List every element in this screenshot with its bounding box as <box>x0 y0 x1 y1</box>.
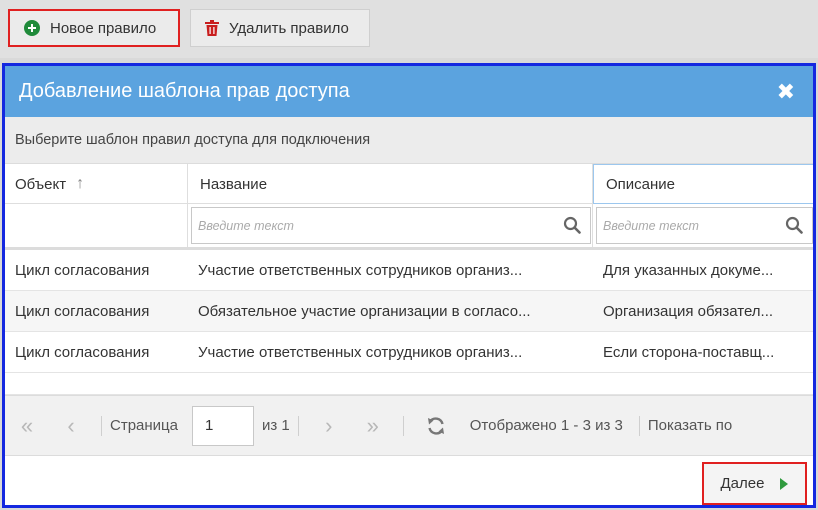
next-button-label: Далее <box>720 475 765 492</box>
column-header-description[interactable]: Описание <box>593 164 813 204</box>
search-icon[interactable] <box>563 216 581 234</box>
close-icon[interactable]: ✖ <box>777 80 795 103</box>
add-template-dialog: Добавление шаблона прав доступа ✖ Выбери… <box>2 63 816 508</box>
column-header-description-label: Описание <box>606 175 676 193</box>
table-row[interactable]: Цикл согласования Обязательное участие о… <box>5 291 813 332</box>
page-number-input[interactable] <box>191 405 254 446</box>
cell-name: Обязательное участие организации в согла… <box>198 302 531 320</box>
filter-cell-object <box>5 204 188 247</box>
description-filter-input[interactable] <box>596 207 813 244</box>
table-row[interactable]: Цикл согласования Участие ответственных … <box>5 332 813 373</box>
main-toolbar: Новое правило Удалить правило <box>0 0 818 58</box>
first-page-icon[interactable]: « <box>5 413 49 439</box>
column-header-object-label: Объект <box>15 175 67 193</box>
pagination-bar: « ‹ Страница из 1 › » Отображено 1 - 3 и… <box>5 395 813 455</box>
filter-cell-name <box>188 204 593 247</box>
dialog-subtitle: Выберите шаблон правил доступа для подкл… <box>5 117 813 164</box>
sort-ascending-icon: ↑ <box>76 175 85 192</box>
filter-cell-description <box>593 204 813 247</box>
next-page-icon[interactable]: › <box>307 413 351 439</box>
cell-description: Если сторона-поставщ... <box>603 343 775 361</box>
templates-grid: Объект ↑ Название Описание Введите текст… <box>5 164 813 427</box>
pager-divider <box>101 415 102 436</box>
dialog-title: Добавление шаблона прав доступа <box>19 80 350 102</box>
new-rule-label: Новое правило <box>50 19 157 37</box>
last-page-icon[interactable]: » <box>351 413 395 439</box>
dialog-header: Добавление шаблона прав доступа ✖ <box>5 66 813 117</box>
prev-page-icon[interactable]: ‹ <box>49 413 93 439</box>
cell-name: Участие ответственных сотрудников органи… <box>198 343 523 361</box>
table-row[interactable]: Цикл согласования Участие ответственных … <box>5 250 813 291</box>
page-count-label: из 1 <box>261 417 290 434</box>
dialog-footer: Далее <box>5 455 813 505</box>
grid-empty-area <box>5 373 813 395</box>
pager-divider <box>638 415 640 436</box>
search-icon[interactable] <box>785 216 803 234</box>
grid-header: Объект ↑ Название Описание <box>5 164 813 204</box>
name-filter-input[interactable] <box>191 207 591 244</box>
page-size-label: Показать по <box>647 417 733 434</box>
cell-object: Цикл согласования <box>15 261 150 279</box>
delete-rule-button[interactable]: Удалить правило <box>190 9 370 47</box>
new-rule-button[interactable]: Новое правило <box>8 9 180 47</box>
cell-object: Цикл согласования <box>15 302 150 320</box>
cell-description: Для указанных докуме... <box>603 261 774 279</box>
add-circle-icon <box>24 20 40 36</box>
trash-icon <box>205 20 219 36</box>
refresh-icon[interactable] <box>426 416 446 436</box>
page-label: Страница <box>110 417 178 434</box>
pager-divider <box>402 415 404 436</box>
delete-rule-label: Удалить правило <box>229 19 349 37</box>
records-displayed-label: Отображено 1 - 3 из 3 <box>469 417 623 434</box>
cell-description: Организация обязател... <box>603 302 774 320</box>
play-arrow-icon <box>780 477 789 490</box>
cell-name: Участие ответственных сотрудников органи… <box>198 261 523 279</box>
pager-divider <box>297 415 299 436</box>
cell-object: Цикл согласования <box>15 343 150 361</box>
next-button[interactable]: Далее <box>702 462 807 505</box>
column-header-name-label: Название <box>200 175 268 193</box>
column-header-object[interactable]: Объект ↑ <box>5 164 188 204</box>
column-header-name[interactable]: Название <box>188 164 593 204</box>
grid-filter-row <box>5 204 813 250</box>
